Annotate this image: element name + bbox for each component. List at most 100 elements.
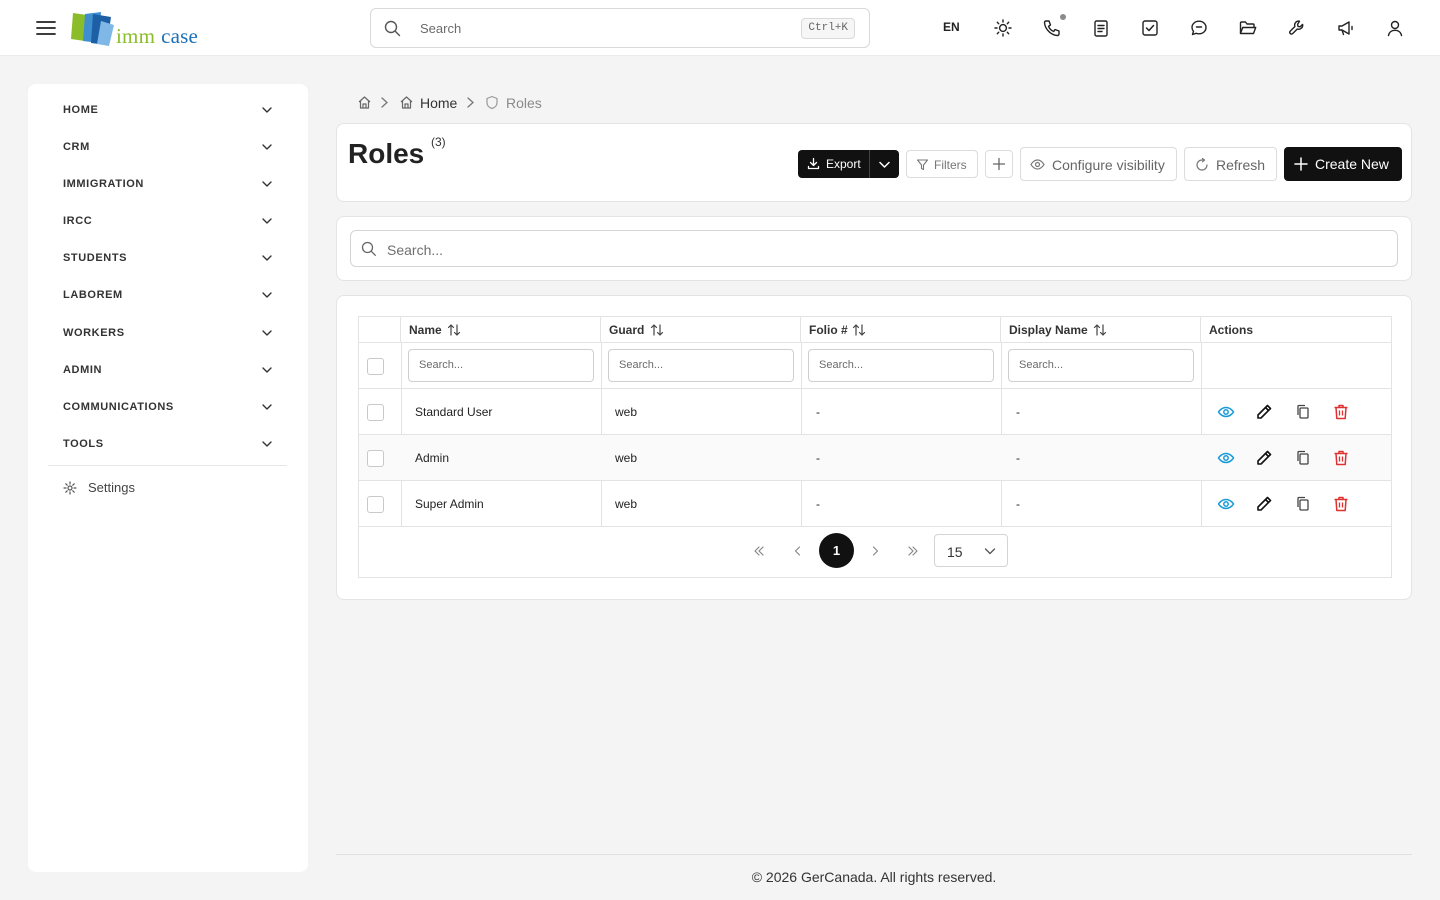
language-switcher[interactable]: EN bbox=[943, 20, 960, 34]
copy-icon[interactable] bbox=[1293, 402, 1313, 422]
filter-input-display-name[interactable]: Search... bbox=[1008, 349, 1194, 382]
chevron-down-icon bbox=[261, 327, 273, 339]
eye-icon[interactable] bbox=[1216, 402, 1236, 422]
row-checkbox[interactable] bbox=[367, 404, 384, 421]
roles-table: Name Guard Folio # Display Name Actions … bbox=[358, 316, 1392, 578]
wrench-icon[interactable] bbox=[1287, 18, 1307, 38]
configure-visibility-label: Configure visibility bbox=[1052, 157, 1165, 173]
eye-icon[interactable] bbox=[1216, 448, 1236, 468]
chevrons-right-icon[interactable] bbox=[906, 544, 920, 558]
trash-icon[interactable] bbox=[1331, 494, 1351, 514]
filter-input-guard[interactable]: Search... bbox=[608, 349, 794, 382]
filter-placeholder: Search... bbox=[619, 359, 664, 371]
sidebar-item-workers[interactable]: WORKERS bbox=[48, 319, 288, 349]
sidebar-item-home[interactable]: HOME bbox=[48, 96, 288, 126]
column-header-label: Name bbox=[409, 323, 442, 337]
column-header-label: Actions bbox=[1209, 323, 1254, 337]
cell-folio: - bbox=[816, 497, 820, 511]
pagination-bar: 1 15 bbox=[359, 526, 1391, 577]
filter-placeholder: Search... bbox=[419, 359, 464, 371]
pencil-icon[interactable] bbox=[1254, 402, 1274, 422]
sidebar-item-settings[interactable]: Settings bbox=[48, 475, 288, 501]
row-checkbox[interactable] bbox=[367, 496, 384, 513]
select-all-checkbox[interactable] bbox=[367, 358, 384, 375]
chevron-left-icon[interactable] bbox=[791, 544, 805, 558]
sort-icon[interactable] bbox=[1093, 323, 1107, 337]
pencil-icon[interactable] bbox=[1254, 494, 1274, 514]
phone-icon[interactable] bbox=[1042, 18, 1062, 38]
sun-icon[interactable] bbox=[993, 18, 1013, 38]
breadcrumb-current: Roles bbox=[506, 95, 542, 111]
gear-icon bbox=[63, 481, 77, 495]
table-search-placeholder: Search... bbox=[387, 242, 444, 258]
chevron-down-icon bbox=[261, 364, 273, 376]
copy-icon[interactable] bbox=[1293, 494, 1313, 514]
footer-copyright: © 2026 GerCanada. All rights reserved. bbox=[751, 869, 997, 885]
sidebar-item-students[interactable]: STUDENTS bbox=[48, 244, 288, 274]
table-search-input[interactable]: Search... bbox=[350, 230, 1398, 267]
sort-icon[interactable] bbox=[650, 323, 664, 337]
sidebar-item-tools[interactable]: TOOLS bbox=[48, 430, 288, 460]
trash-icon[interactable] bbox=[1331, 448, 1351, 468]
sidebar-item-admin[interactable]: ADMIN bbox=[48, 356, 288, 386]
filter-input-name[interactable]: Search... bbox=[408, 349, 594, 382]
eye-icon[interactable] bbox=[1216, 494, 1236, 514]
logo-text-imm: imm bbox=[116, 24, 156, 48]
megaphone-icon[interactable] bbox=[1336, 18, 1356, 38]
export-button[interactable]: Export bbox=[826, 157, 861, 171]
filters-button[interactable]: Filters bbox=[906, 150, 978, 178]
sidebar-item-immigration[interactable]: IMMIGRATION bbox=[48, 170, 288, 200]
chevrons-left-icon[interactable] bbox=[752, 544, 766, 558]
checkbox-icon[interactable] bbox=[1140, 18, 1160, 38]
column-header-display-name[interactable]: Display Name bbox=[1001, 317, 1201, 343]
column-header-guard[interactable]: Guard bbox=[601, 317, 801, 343]
eye-icon bbox=[1030, 158, 1045, 171]
notification-dot bbox=[1060, 14, 1066, 20]
column-header-name[interactable]: Name bbox=[401, 317, 601, 343]
refresh-button[interactable]: Refresh bbox=[1184, 147, 1277, 181]
filter-input-folio[interactable]: Search... bbox=[808, 349, 994, 382]
menu-icon[interactable] bbox=[35, 17, 57, 39]
sidebar-item-label: TOOLS bbox=[63, 438, 104, 450]
plus-icon bbox=[1294, 157, 1308, 171]
page-title: Roles bbox=[348, 138, 425, 169]
cell-name: Admin bbox=[415, 451, 450, 465]
chevron-down-icon bbox=[261, 178, 273, 190]
sort-icon[interactable] bbox=[447, 323, 461, 337]
page-button-current[interactable]: 1 bbox=[819, 533, 854, 568]
clipboard-icon[interactable] bbox=[1091, 18, 1111, 38]
breadcrumb-home-link[interactable]: Home bbox=[420, 95, 457, 111]
column-header-label: Display Name bbox=[1009, 323, 1088, 337]
sidebar-item-ircc[interactable]: IRCC bbox=[48, 207, 288, 237]
chevron-down-icon bbox=[983, 544, 997, 558]
folder-open-icon[interactable] bbox=[1238, 18, 1258, 38]
sidebar-item-communications[interactable]: COMMUNICATIONS bbox=[48, 393, 288, 423]
sidebar: HOME CRM IMMIGRATION IRCC STUDENTS LABOR… bbox=[28, 84, 308, 872]
add-column-button[interactable] bbox=[985, 150, 1013, 178]
chevron-down-icon bbox=[261, 215, 273, 227]
per-page-select[interactable]: 15 bbox=[934, 534, 1008, 567]
column-header-folio[interactable]: Folio # bbox=[801, 317, 1001, 343]
sidebar-item-crm[interactable]: CRM bbox=[48, 133, 288, 163]
copy-icon[interactable] bbox=[1293, 448, 1313, 468]
sidebar-item-laborem[interactable]: LABOREM bbox=[48, 281, 288, 311]
chevron-right-icon[interactable] bbox=[868, 544, 882, 558]
chevron-down-icon[interactable] bbox=[878, 158, 891, 171]
home-icon[interactable] bbox=[357, 95, 372, 110]
configure-visibility-button[interactable]: Configure visibility bbox=[1020, 147, 1177, 181]
record-count-badge: (3) bbox=[431, 135, 446, 149]
app-logo[interactable]: imm case bbox=[71, 11, 211, 48]
chevron-down-icon bbox=[261, 141, 273, 153]
chat-icon[interactable] bbox=[1189, 18, 1209, 38]
pencil-icon[interactable] bbox=[1254, 448, 1274, 468]
global-search-input[interactable]: Search Ctrl+K bbox=[370, 8, 870, 48]
sidebar-item-label: Settings bbox=[88, 480, 135, 495]
trash-icon[interactable] bbox=[1331, 402, 1351, 422]
refresh-label: Refresh bbox=[1216, 157, 1266, 173]
row-checkbox[interactable] bbox=[367, 450, 384, 467]
column-header-actions: Actions bbox=[1201, 317, 1391, 343]
create-new-button[interactable]: Create New bbox=[1284, 147, 1402, 181]
create-new-label: Create New bbox=[1315, 156, 1389, 172]
sort-icon[interactable] bbox=[852, 323, 866, 337]
user-icon[interactable] bbox=[1385, 18, 1405, 38]
